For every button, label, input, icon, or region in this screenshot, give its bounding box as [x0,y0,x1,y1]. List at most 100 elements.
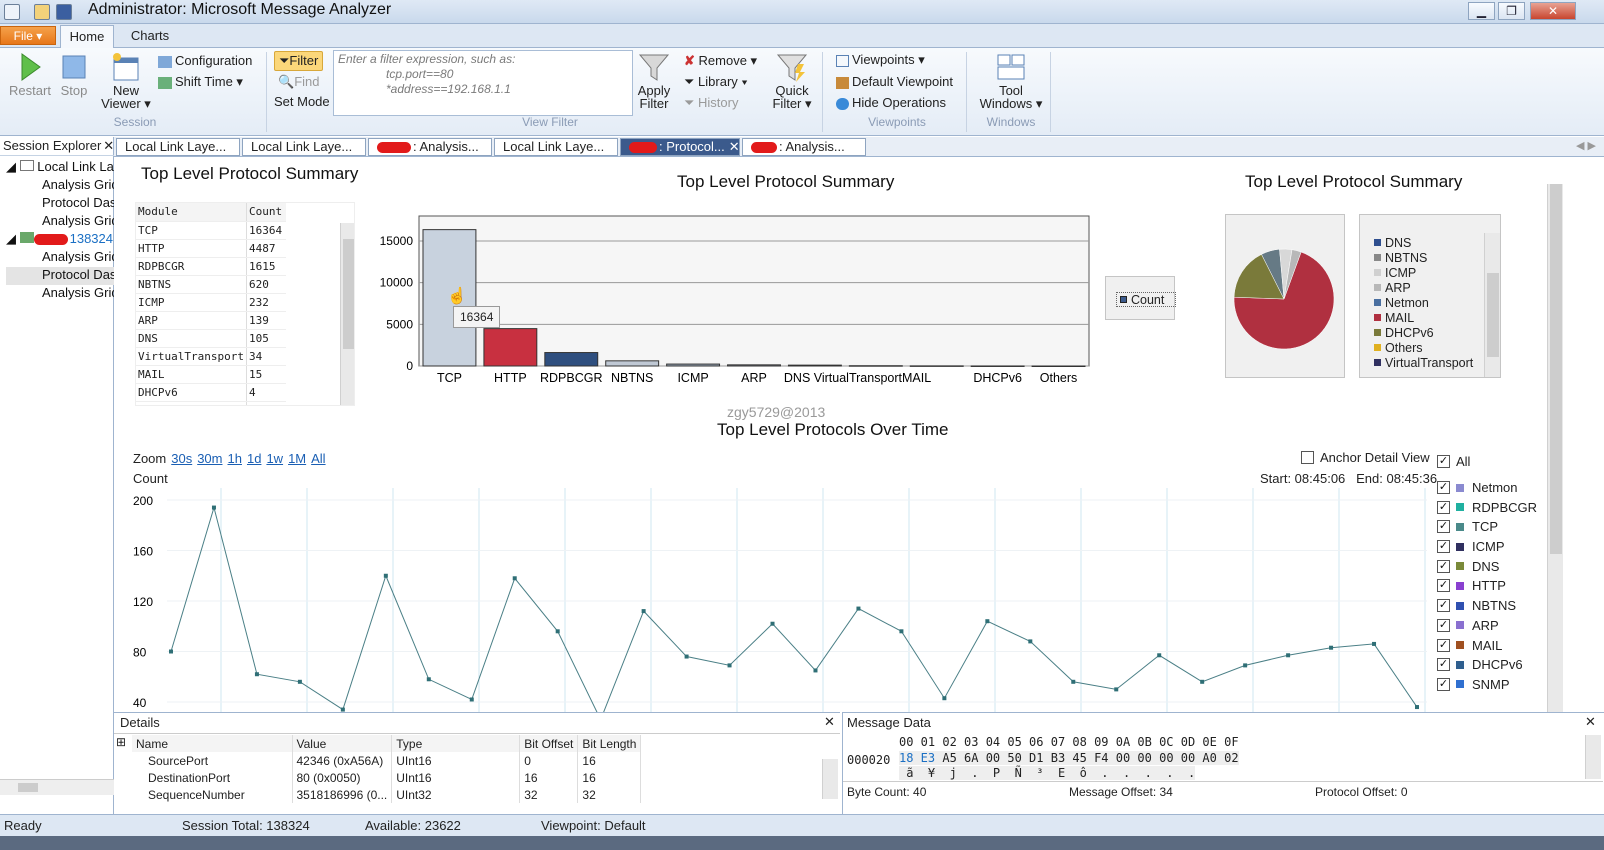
data-point[interactable] [1200,679,1205,684]
checkbox[interactable]: ✓ [1437,520,1450,534]
zoom-link-30s[interactable]: 30s [171,451,192,466]
checkbox[interactable] [1301,451,1314,464]
table-row[interactable]: VirtualTransport 34 [136,347,287,366]
table-row[interactable]: DHCPv6 4 [136,383,287,402]
remove-button[interactable]: ✘ Remove ▾ [684,53,757,69]
maximize-button[interactable]: ❐ [1498,2,1525,20]
data-point[interactable] [211,505,216,510]
data-point[interactable] [1028,639,1033,644]
open-folder-icon[interactable] [34,4,50,20]
data-point[interactable] [169,649,173,654]
doc-tab[interactable]: : Analysis... [742,138,866,156]
data-point[interactable] [297,679,302,684]
checkbox[interactable]: ✓ [1437,599,1450,613]
zoom-link-1d[interactable]: 1d [247,451,261,466]
protocol-filter-rdpbcgr[interactable]: ✓ RDPBCGR [1437,497,1547,517]
column-header[interactable]: Type [391,735,521,752]
vertical-scrollbar[interactable] [340,223,354,405]
table-row[interactable]: TCP 16364 [136,221,287,240]
checkbox[interactable]: ✓ [1437,579,1450,593]
hide-operations-button[interactable]: Hide Operations [836,95,946,110]
bar-nbtns[interactable] [605,360,660,367]
table-row[interactable]: NBTNS 620 [136,275,287,294]
find-button[interactable]: 🔍Find [278,74,319,90]
data-point[interactable] [856,606,861,611]
checkbox[interactable]: ✓ [1437,540,1450,554]
data-point[interactable] [254,672,259,677]
checkbox[interactable]: ✓ [1437,658,1450,672]
column-header[interactable]: Bit Length [577,735,642,752]
bar-mail[interactable] [909,365,964,367]
protocol-filter-tcp[interactable]: ✓ TCP [1437,517,1547,537]
checkbox[interactable]: ✓ [1437,677,1450,691]
data-point[interactable] [1243,663,1248,668]
checkbox[interactable]: ✓ [1437,559,1450,573]
set-mode-button[interactable]: Set Mode [274,94,330,109]
table-row[interactable]: MAIL 15 [136,365,287,384]
close-icon[interactable]: ✕ [824,714,835,730]
save-icon[interactable] [56,4,72,20]
pie-legend-item[interactable]: ARP [1374,280,1500,295]
data-point[interactable] [1415,705,1419,710]
filter-all-row[interactable]: ✓ All [1437,452,1547,472]
protocol-filter-nbtns[interactable]: ✓ NBTNS [1437,596,1547,616]
tree-node[interactable]: Analysis Grid [6,285,114,303]
data-point[interactable] [512,576,517,581]
tree-node[interactable]: ◢ 138324 [6,231,114,249]
filter-expression-input[interactable]: Enter a filter expression, such as: tcp.… [333,50,633,116]
close-button[interactable]: ✕ [1530,2,1576,20]
tree-node[interactable]: Protocol Dashboard [6,267,114,285]
data-point[interactable] [555,629,560,634]
pie-legend-item[interactable]: MAIL [1374,310,1500,325]
tree-node[interactable]: Analysis Grid [6,213,114,231]
tree-node[interactable]: Protocol Dashboard [6,195,114,213]
tab-home[interactable]: Home [60,25,114,48]
data-point[interactable] [770,621,775,626]
table-row[interactable]: ICMP 232 [136,293,287,312]
column-header[interactable]: Name [132,735,293,752]
tab-charts[interactable]: Charts [120,25,180,48]
hex-bytes[interactable]: 18 E3 A5 6A 00 50 D1 B3 45 F4 00 00 00 0… [899,751,1239,765]
default-viewpoint-button[interactable]: Default Viewpoint [836,74,953,89]
zoom-link-1w[interactable]: 1w [266,451,283,466]
close-icon[interactable]: ✕ [103,138,114,153]
horizontal-scrollbar[interactable] [0,779,114,795]
bar-dhcpv6[interactable] [970,365,1025,367]
column-header[interactable]: Bit Offset [519,735,579,752]
data-point[interactable] [1114,687,1119,692]
protocol-filter-mail[interactable]: ✓ MAIL [1437,635,1547,655]
bar-others[interactable] [1031,365,1086,367]
stop-button[interactable]: Stop [56,52,92,97]
file-menu-button[interactable]: File ▾ [0,26,56,45]
tree-node[interactable]: Analysis Grid [6,177,114,195]
doc-tab[interactable]: Local Link Laye... [116,138,240,156]
bar-dns[interactable] [787,364,842,367]
checkbox[interactable]: ✓ [1437,455,1450,469]
tree-toggle-icon[interactable]: ⊞ [116,735,126,749]
quick-filter-button[interactable]: Quick Filter ▾ [768,52,816,110]
data-point[interactable] [469,697,474,702]
protocol-filter-icmp[interactable]: ✓ ICMP [1437,537,1547,557]
tab-scroll-arrows[interactable]: ◀ ▶ [1576,139,1596,152]
pie-legend-item[interactable]: Netmon [1374,295,1500,310]
protocol-filter-netmon[interactable]: ✓ Netmon [1437,478,1547,498]
protocol-filter-dns[interactable]: ✓ DNS [1437,556,1547,576]
vertical-scrollbar[interactable] [1484,233,1500,377]
data-point[interactable] [1329,645,1334,650]
data-point[interactable] [1286,653,1291,658]
pie-legend-item[interactable]: NBTNS [1374,250,1500,265]
pie-legend-item[interactable]: DNS [1374,235,1500,250]
pie-legend-item[interactable]: ICMP [1374,265,1500,280]
bar-icmp[interactable] [666,363,721,367]
tree-node[interactable]: Analysis Grid [6,249,114,267]
checkbox[interactable]: ✓ [1437,481,1450,495]
data-point[interactable] [383,573,388,578]
app-icon[interactable] [4,4,20,20]
history-button[interactable]: ⏷ History [684,95,738,111]
data-point[interactable] [899,629,904,634]
bar-http[interactable] [483,328,538,367]
data-point[interactable] [1157,653,1162,658]
zoom-link-1h[interactable]: 1h [228,451,242,466]
vertical-scrollbar[interactable] [1585,735,1601,779]
data-point[interactable] [1372,641,1377,646]
